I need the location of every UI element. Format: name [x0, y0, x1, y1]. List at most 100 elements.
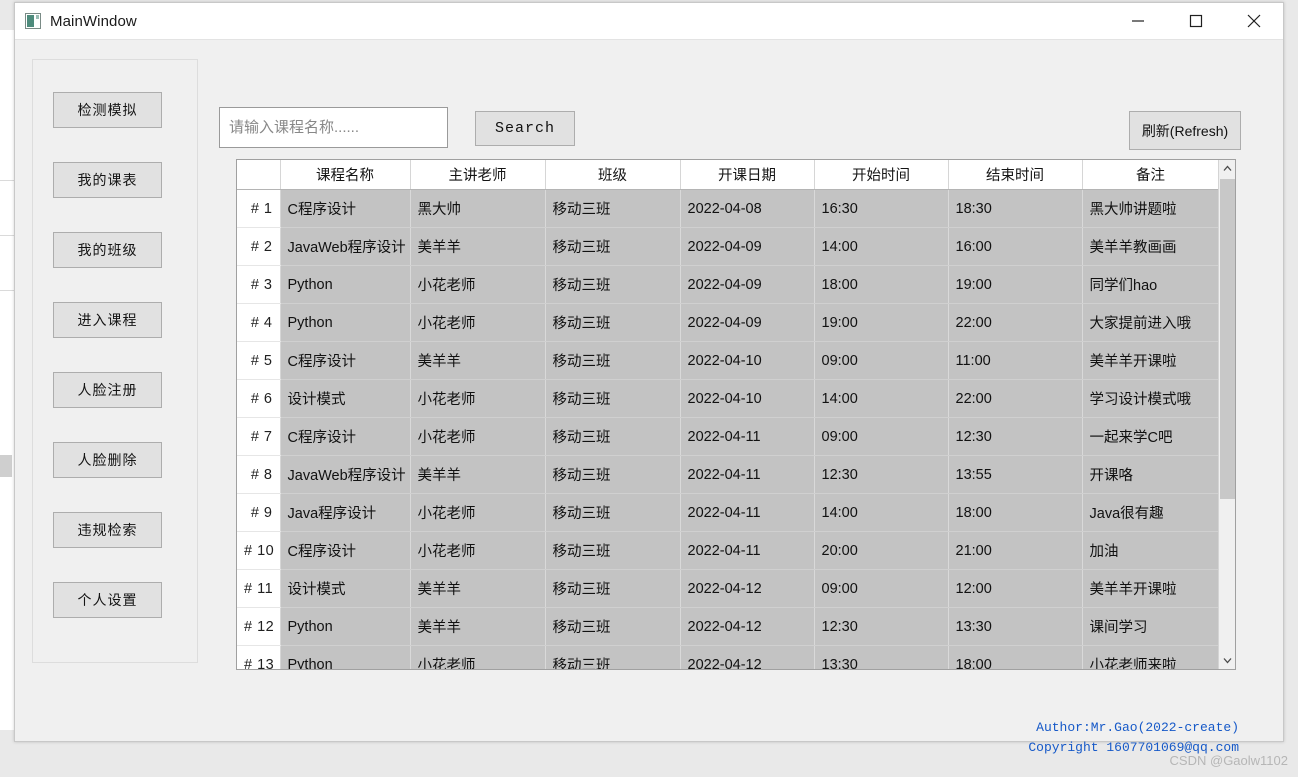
- cell-row-number[interactable]: # 12: [237, 607, 281, 646]
- cell-start-time[interactable]: 19:00: [814, 303, 949, 342]
- scroll-down-arrow-icon[interactable]: [1219, 652, 1235, 669]
- cell-start-date[interactable]: 2022-04-10: [680, 379, 815, 418]
- cell-start-time[interactable]: 14:00: [814, 227, 949, 266]
- cell-class[interactable]: 移动三班: [545, 645, 681, 669]
- cell-class[interactable]: 移动三班: [545, 531, 681, 570]
- cell-start-date[interactable]: 2022-04-08: [680, 189, 815, 228]
- cell-start-time[interactable]: 09:00: [814, 569, 949, 608]
- cell-course-name[interactable]: C程序设计: [280, 189, 411, 228]
- cell-class[interactable]: 移动三班: [545, 341, 681, 380]
- search-input[interactable]: [219, 107, 448, 148]
- cell-start-time[interactable]: 16:30: [814, 189, 949, 228]
- cell-end-time[interactable]: 18:00: [948, 645, 1083, 669]
- cell-class[interactable]: 移动三班: [545, 303, 681, 342]
- cell-teacher[interactable]: 小花老师: [410, 645, 546, 669]
- cell-note[interactable]: 小花老师来啦: [1082, 645, 1219, 669]
- cell-row-number[interactable]: # 6: [237, 379, 281, 418]
- cell-teacher[interactable]: 美羊羊: [410, 341, 546, 380]
- search-button[interactable]: Search: [475, 111, 575, 146]
- cell-end-time[interactable]: 13:30: [948, 607, 1083, 646]
- cell-course-name[interactable]: 设计模式: [280, 569, 411, 608]
- cell-class[interactable]: 移动三班: [545, 227, 681, 266]
- cell-note[interactable]: Java很有趣: [1082, 493, 1219, 532]
- cell-end-time[interactable]: 18:30: [948, 189, 1083, 228]
- cell-end-time[interactable]: 12:30: [948, 417, 1083, 456]
- cell-end-time[interactable]: 22:00: [948, 303, 1083, 342]
- sidebar-item-detection-sim[interactable]: 检测模拟: [53, 92, 162, 128]
- cell-end-time[interactable]: 12:00: [948, 569, 1083, 608]
- sidebar-item-personal-settings[interactable]: 个人设置: [53, 582, 162, 618]
- cell-start-time[interactable]: 18:00: [814, 265, 949, 304]
- cell-start-time[interactable]: 09:00: [814, 417, 949, 456]
- sidebar-item-enter-course[interactable]: 进入课程: [53, 302, 162, 338]
- refresh-button[interactable]: 刷新(Refresh): [1129, 111, 1241, 150]
- cell-start-date[interactable]: 2022-04-09: [680, 303, 815, 342]
- cell-course-name[interactable]: Python: [280, 607, 411, 646]
- cell-start-date[interactable]: 2022-04-12: [680, 569, 815, 608]
- cell-row-number[interactable]: # 11: [237, 569, 281, 608]
- cell-note[interactable]: 美羊羊开课啦: [1082, 569, 1219, 608]
- sidebar-item-my-class[interactable]: 我的班级: [53, 232, 162, 268]
- cell-start-date[interactable]: 2022-04-11: [680, 531, 815, 570]
- cell-row-number[interactable]: # 9: [237, 493, 281, 532]
- table-row[interactable]: # 3 Python 小花老师 移动三班 2022-04-09 18:00 19:00 同学们…: [237, 265, 1219, 304]
- cell-course-name[interactable]: JavaWeb程序设计: [280, 227, 411, 266]
- cell-note[interactable]: 黑大帅讲题啦: [1082, 189, 1219, 228]
- table-row[interactable]: # 13 Python 小花老师 移动三班 2022-04-12 13:30 18:00 小花…: [237, 645, 1219, 669]
- cell-course-name[interactable]: Python: [280, 645, 411, 669]
- table-row[interactable]: # 7 C程序设计 小花老师 移动三班 2022-04-11 09:00 12:30 一起来学…: [237, 417, 1219, 456]
- close-icon[interactable]: [1225, 3, 1283, 39]
- cell-course-name[interactable]: C程序设计: [280, 341, 411, 380]
- cell-course-name[interactable]: C程序设计: [280, 531, 411, 570]
- cell-start-date[interactable]: 2022-04-12: [680, 645, 815, 669]
- table-row[interactable]: # 4 Python 小花老师 移动三班 2022-04-09 19:00 22:00 大家提…: [237, 303, 1219, 342]
- cell-class[interactable]: 移动三班: [545, 189, 681, 228]
- table-row[interactable]: # 6 设计模式 小花老师 移动三班 2022-04-10 14:00 22:00 学习设计模…: [237, 379, 1219, 418]
- cell-class[interactable]: 移动三班: [545, 265, 681, 304]
- table-row[interactable]: # 10 C程序设计 小花老师 移动三班 2022-04-11 20:00 21:00 加油: [237, 531, 1219, 570]
- cell-teacher[interactable]: 美羊羊: [410, 569, 546, 608]
- cell-end-time[interactable]: 21:00: [948, 531, 1083, 570]
- cell-end-time[interactable]: 16:00: [948, 227, 1083, 266]
- cell-teacher[interactable]: 黑大帅: [410, 189, 546, 228]
- cell-teacher[interactable]: 美羊羊: [410, 455, 546, 494]
- cell-start-date[interactable]: 2022-04-11: [680, 493, 815, 532]
- cell-end-time[interactable]: 19:00: [948, 265, 1083, 304]
- cell-end-time[interactable]: 13:55: [948, 455, 1083, 494]
- sidebar-item-my-schedule[interactable]: 我的课表: [53, 162, 162, 198]
- column-header-end-time[interactable]: 结束时间: [948, 160, 1083, 190]
- cell-end-time[interactable]: 11:00: [948, 341, 1083, 380]
- column-header-start-date[interactable]: 开课日期: [680, 160, 815, 190]
- scroll-up-arrow-icon[interactable]: [1219, 160, 1235, 177]
- cell-teacher[interactable]: 小花老师: [410, 379, 546, 418]
- cell-note[interactable]: 加油: [1082, 531, 1219, 570]
- cell-class[interactable]: 移动三班: [545, 417, 681, 456]
- cell-course-name[interactable]: 设计模式: [280, 379, 411, 418]
- cell-row-number[interactable]: # 1: [237, 189, 281, 228]
- cell-note[interactable]: 美羊羊教画画: [1082, 227, 1219, 266]
- scrollbar-thumb[interactable]: [1220, 179, 1235, 499]
- cell-start-date[interactable]: 2022-04-10: [680, 341, 815, 380]
- table-row[interactable]: # 2 JavaWeb程序设计 美羊羊 移动三班 2022-04-09 14:00 16:0…: [237, 227, 1219, 266]
- cell-teacher[interactable]: 小花老师: [410, 265, 546, 304]
- cell-end-time[interactable]: 18:00: [948, 493, 1083, 532]
- cell-note[interactable]: 大家提前进入哦: [1082, 303, 1219, 342]
- cell-row-number[interactable]: # 10: [237, 531, 281, 570]
- cell-note[interactable]: 学习设计模式哦: [1082, 379, 1219, 418]
- cell-row-number[interactable]: # 8: [237, 455, 281, 494]
- cell-teacher[interactable]: 小花老师: [410, 531, 546, 570]
- cell-row-number[interactable]: # 2: [237, 227, 281, 266]
- minimize-icon[interactable]: [1109, 3, 1167, 39]
- cell-start-date[interactable]: 2022-04-09: [680, 227, 815, 266]
- cell-start-time[interactable]: 14:00: [814, 493, 949, 532]
- table-row[interactable]: # 11 设计模式 美羊羊 移动三班 2022-04-12 09:00 12:00 美羊羊开课…: [237, 569, 1219, 608]
- cell-start-date[interactable]: 2022-04-11: [680, 417, 815, 456]
- cell-class[interactable]: 移动三班: [545, 569, 681, 608]
- cell-row-number[interactable]: # 3: [237, 265, 281, 304]
- cell-note[interactable]: 美羊羊开课啦: [1082, 341, 1219, 380]
- sidebar-item-violation-search[interactable]: 违规检索: [53, 512, 162, 548]
- cell-class[interactable]: 移动三班: [545, 455, 681, 494]
- table-row[interactable]: # 12 Python 美羊羊 移动三班 2022-04-12 12:30 13:30 课间学…: [237, 607, 1219, 646]
- cell-course-name[interactable]: Python: [280, 303, 411, 342]
- table-vertical-scrollbar[interactable]: [1218, 160, 1235, 669]
